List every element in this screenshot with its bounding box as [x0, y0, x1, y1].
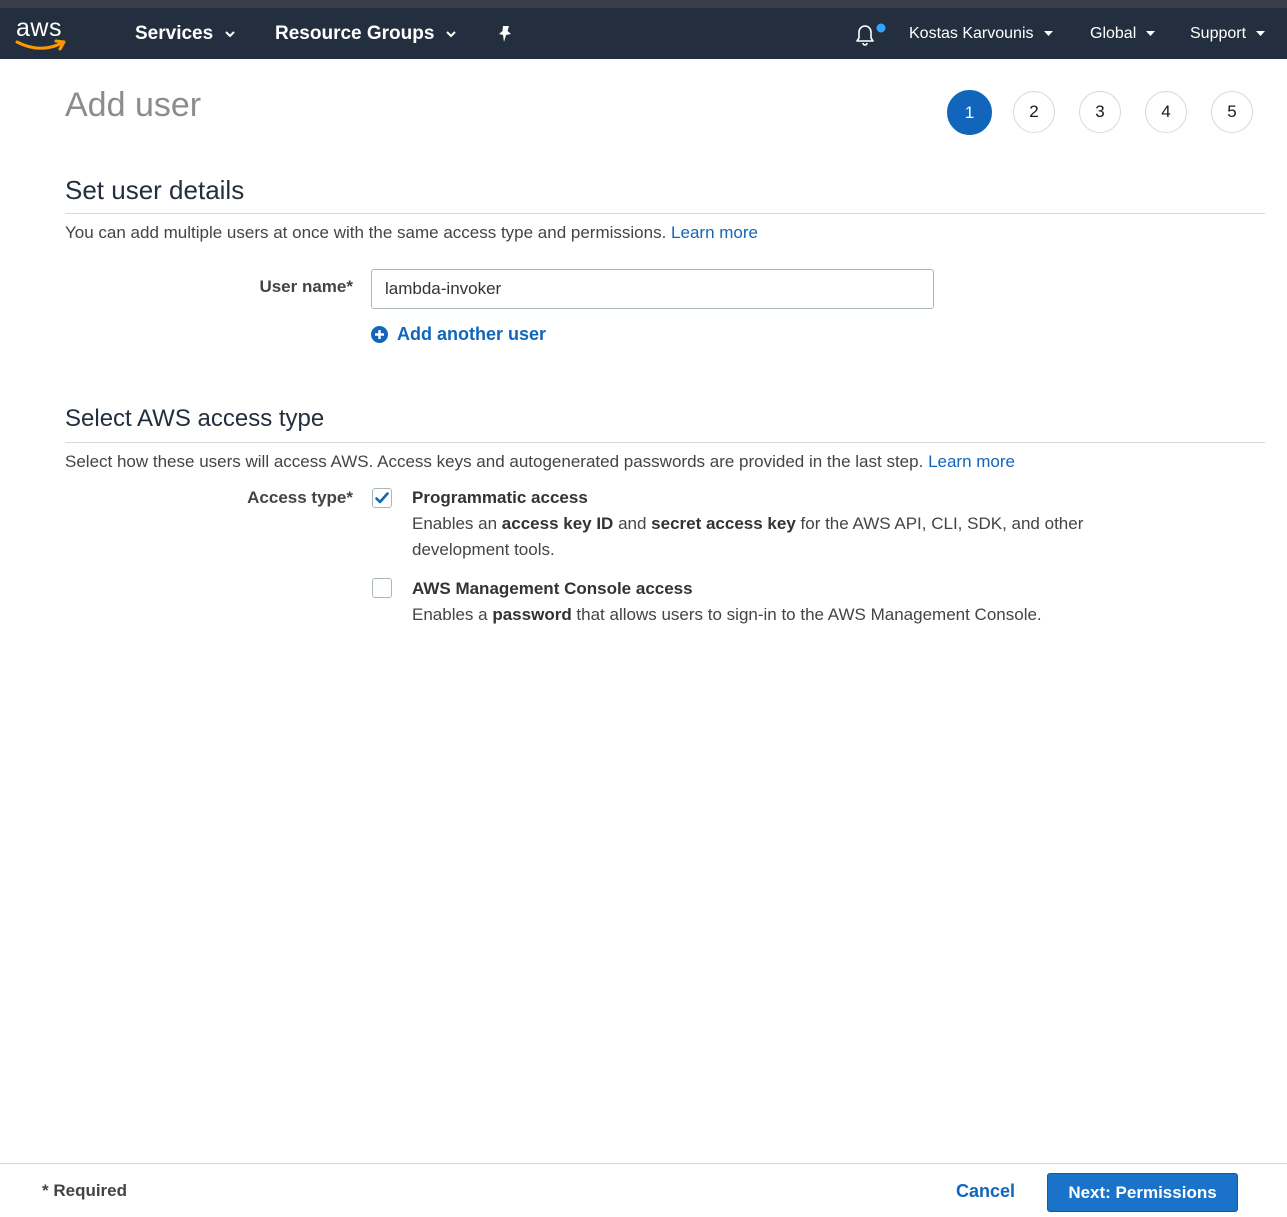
resource-groups-menu[interactable]: Resource Groups: [275, 8, 457, 59]
footer-divider: [0, 1163, 1287, 1164]
programmatic-access-title: Programmatic access: [412, 488, 588, 507]
notifications-button[interactable]: [852, 22, 886, 48]
access-type-description: Select how these users will access AWS. …: [65, 452, 1015, 472]
section-divider: [65, 442, 1265, 443]
wizard-step-1[interactable]: 1: [947, 90, 992, 135]
desc-bold: password: [492, 605, 572, 624]
browser-top-strip: [0, 0, 1287, 8]
user-details-description: You can add multiple users at once with …: [65, 223, 758, 243]
caret-down-icon: [1146, 30, 1156, 36]
user-details-description-text: You can add multiple users at once with …: [65, 223, 667, 242]
programmatic-access-checkbox[interactable]: [372, 488, 392, 508]
desc-text: Enables an: [412, 514, 502, 533]
user-details-learn-more-link[interactable]: Learn more: [671, 223, 758, 242]
username-input[interactable]: [371, 269, 934, 309]
required-note: * Required: [42, 1181, 128, 1200]
console-access-checkbox[interactable]: [372, 578, 392, 598]
caret-down-icon: [1043, 30, 1053, 36]
pin-icon: [499, 25, 511, 42]
resource-groups-label: Resource Groups: [275, 22, 435, 44]
pin-button[interactable]: [496, 8, 514, 59]
wizard-step-3[interactable]: 3: [1079, 91, 1121, 133]
next-permissions-button[interactable]: Next: Permissions: [1047, 1173, 1238, 1212]
support-label: Support: [1190, 24, 1247, 42]
desc-text: and: [613, 514, 652, 533]
chevron-down-icon: [225, 30, 235, 37]
account-label: Kostas Karvounis: [909, 24, 1034, 42]
region-menu[interactable]: Global: [1090, 8, 1156, 59]
cancel-button[interactable]: Cancel: [956, 1181, 1015, 1202]
aws-smile-icon: [15, 39, 66, 51]
caret-down-icon: [1256, 30, 1266, 36]
plus-circle-icon: [371, 326, 388, 343]
add-another-user-label: Add another user: [397, 324, 547, 344]
section-divider: [65, 213, 1265, 214]
wizard-step-4[interactable]: 4: [1145, 91, 1187, 133]
access-type-description-text: Select how these users will access AWS. …: [65, 452, 924, 471]
checkmark-icon: [375, 492, 389, 504]
add-another-user-button[interactable]: Add another user: [371, 324, 546, 345]
access-type-heading: Select AWS access type: [65, 405, 325, 432]
region-label: Global: [1090, 24, 1137, 42]
desc-text: that allows users to sign-in to the AWS …: [571, 605, 1042, 624]
services-label: Services: [135, 22, 214, 44]
services-menu[interactable]: Services: [135, 8, 235, 59]
wizard-step-2[interactable]: 2: [1013, 91, 1055, 133]
page-title: Add user: [65, 86, 202, 124]
username-label: User name*: [259, 277, 353, 296]
aws-logo[interactable]: aws: [14, 14, 70, 52]
user-details-heading: Set user details: [65, 175, 245, 205]
access-type-label: Access type*: [247, 488, 353, 507]
chevron-down-icon: [446, 30, 457, 37]
bell-icon: [856, 23, 886, 46]
desc-bold: secret access key: [651, 514, 796, 533]
top-navigation-bar: aws Services Resource Groups Kostas Karv…: [0, 8, 1287, 59]
access-type-learn-more-link[interactable]: Learn more: [928, 452, 1015, 471]
console-access-title: AWS Management Console access: [412, 579, 693, 598]
desc-text: Enables a: [412, 605, 493, 624]
wizard-step-5[interactable]: 5: [1211, 91, 1253, 133]
account-menu[interactable]: Kostas Karvounis: [909, 8, 1053, 59]
programmatic-access-description: Enables an access key ID and secret acce…: [412, 511, 1092, 563]
support-menu[interactable]: Support: [1190, 8, 1266, 59]
desc-bold: access key ID: [501, 514, 614, 533]
console-access-description: Enables a password that allows users to …: [412, 602, 1092, 628]
